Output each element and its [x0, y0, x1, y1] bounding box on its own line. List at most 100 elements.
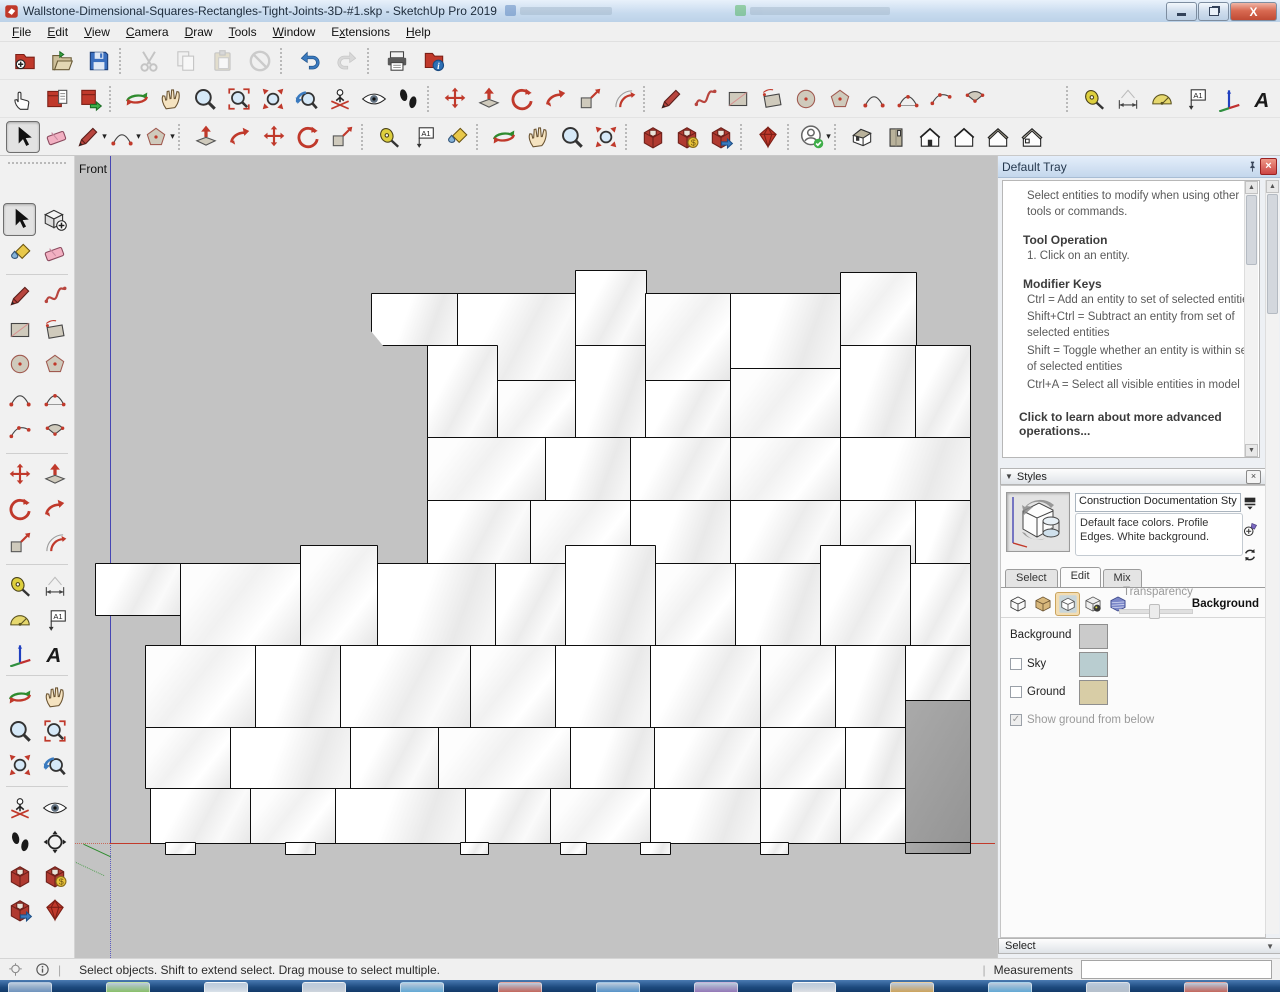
stone-block[interactable] — [565, 545, 656, 646]
stone-block-foot[interactable] — [760, 842, 789, 855]
stone-block[interactable] — [427, 345, 498, 438]
stone-block[interactable] — [570, 727, 655, 789]
dimension-button[interactable] — [38, 570, 71, 603]
stone-block[interactable] — [555, 645, 651, 728]
walk-button[interactable] — [391, 83, 425, 115]
stone-block[interactable] — [820, 545, 911, 646]
extension-warehouse-button[interactable] — [751, 121, 785, 153]
update-style-icon[interactable] — [1241, 546, 1259, 564]
stone-block-foot[interactable] — [165, 842, 196, 855]
offset-button[interactable] — [38, 527, 71, 560]
measurements-input[interactable] — [1081, 960, 1272, 979]
stone-block[interactable] — [760, 788, 841, 844]
menu-camera[interactable]: Camera — [118, 23, 177, 41]
two-point-arc-button[interactable] — [38, 382, 71, 415]
collapse-caret-icon[interactable]: ▼ — [1005, 472, 1013, 481]
polygon-button[interactable] — [823, 83, 857, 115]
follow-me-button[interactable] — [539, 83, 573, 115]
stone-block[interactable] — [150, 788, 251, 844]
stone-block[interactable] — [495, 563, 566, 646]
push-pull-button[interactable] — [472, 83, 506, 115]
move-button[interactable] — [438, 83, 472, 115]
rectangle-button[interactable] — [721, 83, 755, 115]
tape-measure-button[interactable] — [372, 121, 406, 153]
dimension-button[interactable] — [1111, 83, 1145, 115]
line-dropdown-caret[interactable]: ▾ — [102, 131, 107, 142]
follow-me-button[interactable] — [223, 121, 257, 153]
zoom-extents-button[interactable] — [589, 121, 623, 153]
taskbar-item[interactable] — [596, 982, 640, 992]
edge-settings-button[interactable] — [1005, 592, 1030, 616]
menu-help[interactable]: Help — [398, 23, 439, 41]
menu-tools[interactable]: Tools — [221, 23, 265, 41]
taskbar-item[interactable] — [1184, 982, 1228, 992]
stone-block[interactable] — [550, 788, 651, 844]
stone-block[interactable] — [730, 368, 841, 438]
stone-block[interactable] — [910, 563, 971, 646]
look-around-button[interactable] — [38, 792, 71, 825]
paste-button[interactable] — [204, 44, 241, 78]
text-button[interactable] — [38, 604, 71, 637]
stone-block[interactable] — [735, 563, 821, 646]
zoom-extents-button[interactable] — [3, 749, 36, 782]
menu-extensions[interactable]: Extensions — [323, 23, 398, 41]
position-camera-button[interactable] — [323, 83, 357, 115]
model-info-button[interactable] — [415, 44, 452, 78]
menu-edit[interactable]: Edit — [39, 23, 76, 41]
push-pull-button[interactable] — [38, 459, 71, 492]
stone-block[interactable] — [840, 272, 917, 346]
rotate-button[interactable] — [291, 121, 325, 153]
credits-info-icon[interactable] — [35, 962, 50, 977]
paint-bucket-button[interactable] — [3, 237, 36, 270]
zoom-previous-button[interactable] — [38, 749, 71, 782]
create-new-style-icon[interactable] — [1241, 520, 1259, 538]
view-iso-button[interactable] — [845, 121, 879, 153]
stone-block-foot[interactable] — [560, 842, 587, 855]
push-pull-button[interactable] — [189, 121, 223, 153]
stone-block[interactable] — [427, 437, 546, 501]
stone-block[interactable] — [427, 500, 531, 564]
stone-block[interactable] — [650, 645, 761, 728]
freehand-button[interactable] — [688, 83, 722, 115]
view-right-button[interactable] — [1015, 121, 1049, 153]
tape-measure-button[interactable] — [3, 570, 36, 603]
slider-thumb[interactable] — [1149, 604, 1160, 619]
protractor-button[interactable] — [3, 604, 36, 637]
stone-block[interactable] — [630, 437, 731, 501]
stone-block[interactable] — [470, 645, 556, 728]
stone-block[interactable] — [730, 293, 841, 369]
watermark-settings-button[interactable] — [1080, 592, 1105, 616]
share-model-button[interactable] — [704, 121, 738, 153]
cut-button[interactable] — [130, 44, 167, 78]
stone-block[interactable] — [250, 788, 336, 844]
rotate-button[interactable] — [3, 493, 36, 526]
close-button[interactable]: X — [1230, 2, 1277, 21]
stone-block[interactable] — [575, 270, 647, 346]
walk-button[interactable] — [3, 826, 36, 859]
windows-taskbar[interactable] — [0, 980, 1280, 992]
stone-block[interactable] — [255, 645, 341, 728]
zoom-window-button[interactable] — [222, 83, 256, 115]
stone-block[interactable] — [371, 293, 458, 346]
rotated-rectangle-button[interactable] — [755, 83, 789, 115]
stone-block[interactable] — [340, 645, 471, 728]
taskbar-item[interactable] — [694, 982, 738, 992]
line-button[interactable] — [654, 83, 688, 115]
3d-warehouse-button[interactable] — [636, 121, 670, 153]
model-viewport[interactable]: Front — [75, 156, 997, 958]
tab-mix[interactable]: Mix — [1102, 569, 1142, 587]
text-button[interactable] — [1179, 83, 1213, 115]
menu-file[interactable]: File — [4, 23, 39, 41]
background-color-swatch[interactable] — [1079, 624, 1108, 649]
instructor-scrollbar[interactable]: ▲ ▼ — [1244, 181, 1258, 457]
scroll-down-icon[interactable]: ▼ — [1245, 444, 1258, 457]
minimize-button[interactable] — [1166, 2, 1197, 21]
restore-button[interactable] — [1198, 2, 1229, 21]
eraser-button[interactable] — [40, 121, 74, 153]
stone-block[interactable] — [654, 727, 761, 789]
view-back-button[interactable] — [947, 121, 981, 153]
rotate-button[interactable] — [506, 83, 540, 115]
taskbar-item[interactable] — [8, 982, 52, 992]
zoom-button[interactable] — [3, 715, 36, 748]
circle-button[interactable] — [3, 348, 36, 381]
